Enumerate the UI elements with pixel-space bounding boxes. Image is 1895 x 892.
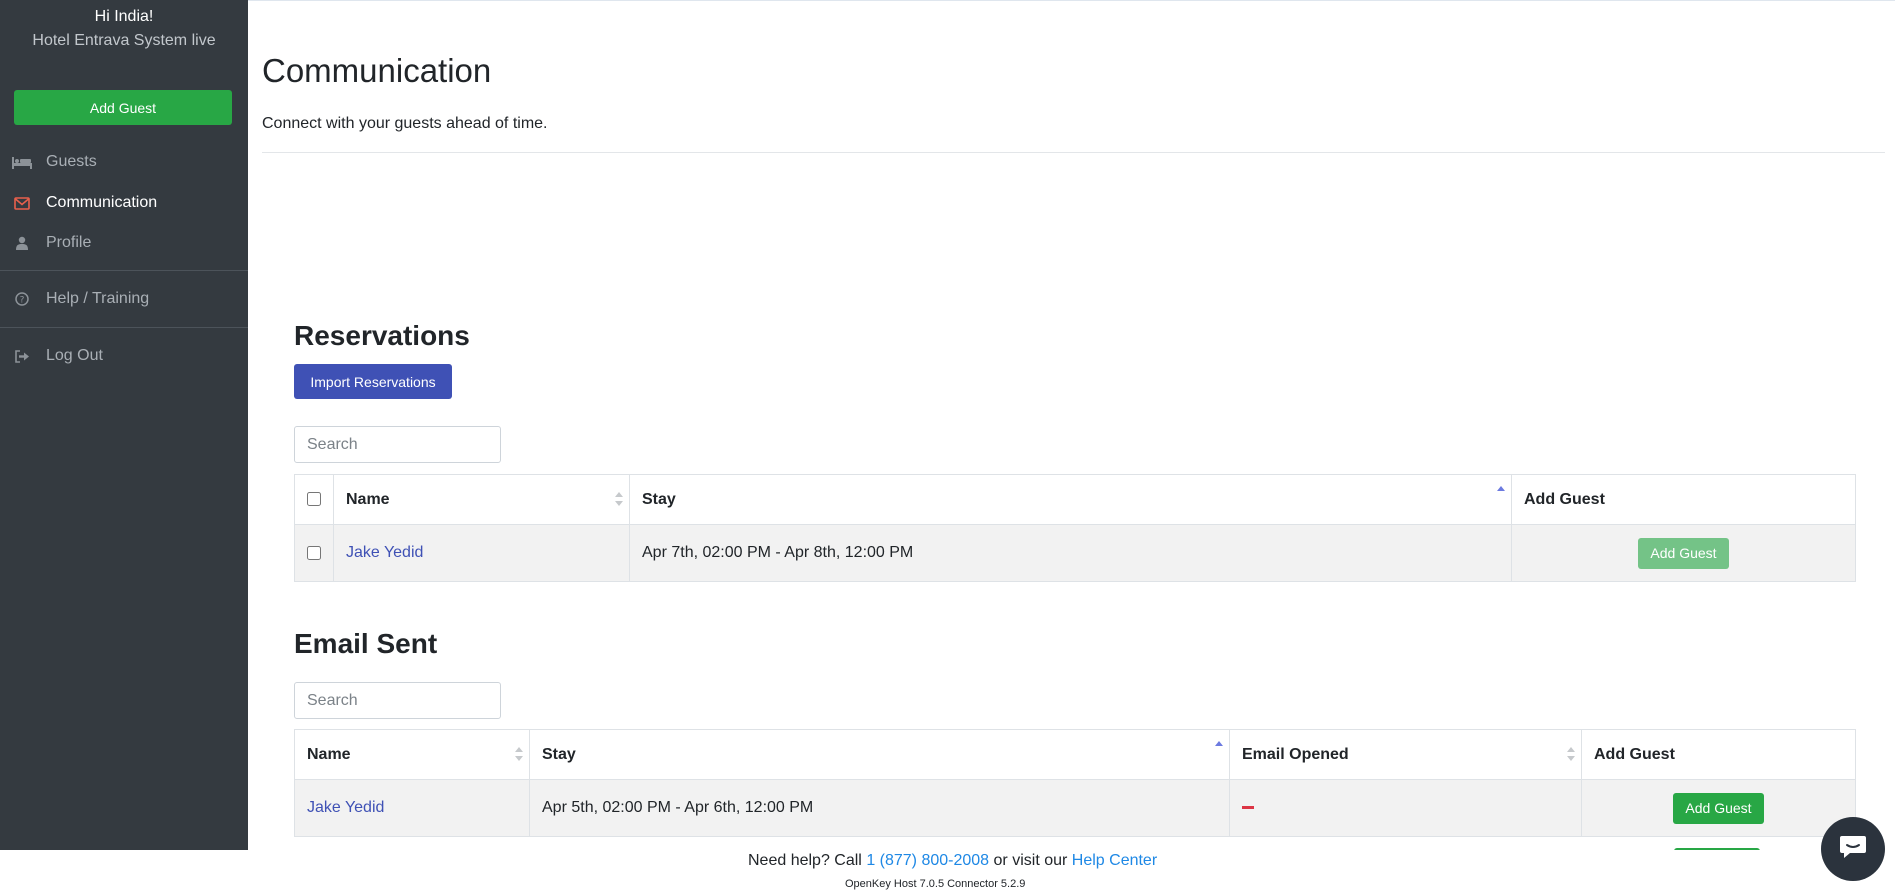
sidebar-item-label: Help / Training [46,290,150,307]
sort-asc-icon [1497,486,1505,506]
help-center-link[interactable]: Help Center [1072,852,1157,869]
sidebar-item-communication[interactable]: Communication [0,186,248,220]
sidebar: Hi India! Hotel Entrava System live Add … [0,0,248,850]
sign-out-icon [12,346,32,366]
chat-button[interactable] [1821,817,1885,881]
svg-text:?: ? [20,296,25,306]
sidebar-divider [0,327,248,328]
sort-icon [615,492,623,506]
name-cell: Jake Yedid [294,779,530,837]
sidebar-item-guests[interactable]: Guests [0,145,248,179]
guest-name-link[interactable]: Jake Yedid [346,544,423,561]
column-label: Name [346,490,390,508]
reservations-search-input[interactable] [294,426,501,463]
column-label: Email Opened [1242,745,1349,763]
phone-link[interactable]: 1 (877) 800-2008 [866,852,989,869]
reservations-title: Reservations [294,320,470,351]
sort-icon [1567,747,1575,761]
footer: Need help? Call 1 (877) 800-2008 or visi… [0,850,1895,892]
sort-icon [515,747,523,761]
table-row: Jake Yedid Apr 7th, 02:00 PM - Apr 8th, … [294,524,1856,582]
column-header-email-opened[interactable]: Email Opened [1229,729,1582,780]
help-line: Need help? Call 1 (877) 800-2008 or visi… [748,852,1157,870]
column-header-name[interactable]: Name [294,729,530,780]
sort-asc-icon [1215,741,1223,761]
stay-cell: Apr 7th, 02:00 PM - Apr 8th, 12:00 PM [629,524,1512,582]
version-info: OpenKey Host 7.0.5 Connector 5.2.9 [845,878,1026,890]
greeting: Hi India! [94,8,154,25]
import-reservations-button[interactable]: Import Reservations [294,364,452,399]
sidebar-item-label: Communication [46,194,158,211]
sidebar-item-log-out[interactable]: Log Out [0,339,248,373]
column-header-stay[interactable]: Stay [529,729,1230,780]
row-checkbox[interactable] [307,545,321,560]
row-select-cell [294,524,334,582]
sidebar-item-help-training[interactable]: ? Help / Training [0,282,248,316]
row-add-guest-button[interactable]: Add Guest [1638,537,1729,569]
table-header-row: Name Stay Email Opened Add Guest [294,729,1856,780]
action-cell: Add Guest [1511,524,1856,582]
sidebar-item-label: Log Out [46,347,103,364]
select-all-cell [294,474,334,525]
column-header-add-guest: Add Guest [1581,729,1856,780]
page-title: Communication [262,52,492,89]
not-opened-dash-icon [1242,806,1254,810]
hotel-name: Hotel Entrava System live [32,32,216,49]
sidebar-add-guest-button[interactable]: Add Guest [14,90,232,125]
column-label: Name [307,745,351,763]
sidebar-item-profile[interactable]: Profile [0,226,248,260]
sidebar-divider [0,270,248,271]
column-label: Add Guest [1594,745,1675,763]
chat-bubble-icon [1838,834,1868,865]
sidebar-item-label: Guests [46,153,97,170]
page-subtitle: Connect with your guests ahead of time. [262,115,548,132]
column-label: Add Guest [1524,490,1605,508]
help-prefix: Need help? Call [748,852,862,869]
sidebar-item-label: Profile [46,234,92,251]
stay-cell: Apr 5th, 02:00 PM - Apr 6th, 12:00 PM [529,779,1230,837]
action-cell: Add Guest [1581,779,1856,837]
column-label: Stay [642,490,676,508]
column-header-stay[interactable]: Stay [629,474,1512,525]
user-icon [12,233,32,253]
email-opened-cell [1229,779,1582,837]
column-header-name[interactable]: Name [333,474,630,525]
reservations-table: Name Stay Add Guest Jake Yedid Apr 7th, … [294,474,1856,582]
help-mid: or visit our [993,852,1068,869]
select-all-checkbox[interactable] [307,492,321,507]
table-header-row: Name Stay Add Guest [294,474,1856,525]
bed-icon [12,152,32,172]
name-cell: Jake Yedid [333,524,630,582]
column-label: Stay [542,745,576,763]
envelope-icon [12,193,32,213]
email-sent-search-input[interactable] [294,682,501,719]
row-add-guest-button[interactable]: Add Guest [1673,792,1764,824]
email-sent-title: Email Sent [294,628,438,659]
main-content: Communication Connect with your guests a… [248,0,1895,850]
header-divider [262,152,1885,153]
column-header-add-guest: Add Guest [1511,474,1856,525]
email-sent-table: Name Stay Email Opened Add Guest Jake Ye… [294,729,1856,837]
guest-name-link[interactable]: Jake Yedid [307,799,384,816]
table-row: Jake Yedid Apr 5th, 02:00 PM - Apr 6th, … [294,779,1856,837]
question-circle-icon: ? [12,289,32,309]
